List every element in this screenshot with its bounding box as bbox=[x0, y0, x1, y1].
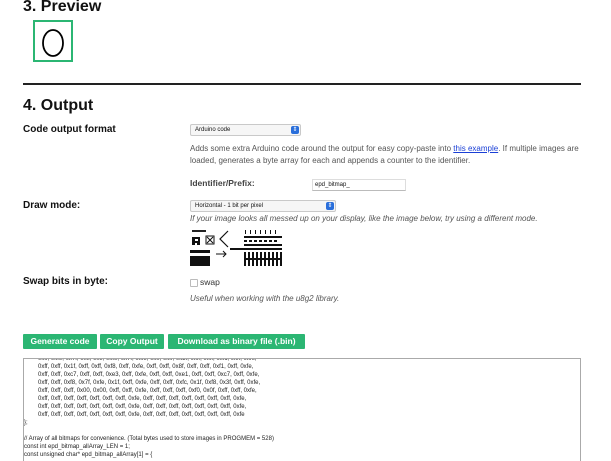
code-output-textarea[interactable]: 0xff, 0xfe, 0x7f, 0xff, 0xff, 0xfe, 0x7f… bbox=[23, 358, 581, 461]
generate-code-button[interactable]: Generate code bbox=[23, 334, 97, 349]
garbled-display-illustration bbox=[190, 230, 282, 266]
identifier-input[interactable]: epd_bitmap_ bbox=[312, 179, 406, 191]
preview-image bbox=[33, 20, 73, 62]
draw-mode-help: If your image looks all messed up on you… bbox=[190, 214, 538, 223]
code-format-help-text: Adds some extra Arduino code around the … bbox=[190, 144, 454, 153]
swap-bits-label: Swap bits in byte: bbox=[23, 276, 109, 287]
swap-bits-help: Useful when working with the u8g2 librar… bbox=[190, 294, 340, 303]
swap-checkbox[interactable] bbox=[190, 279, 198, 287]
code-format-value: Arduino code bbox=[195, 127, 231, 133]
chevron-down-icon: ⇕ bbox=[291, 126, 299, 134]
section-divider bbox=[23, 83, 581, 85]
draw-mode-select[interactable]: Horizontal - 1 bit per pixel ⇕ bbox=[190, 200, 336, 212]
ellipse-preview-graphic bbox=[42, 29, 64, 57]
draw-mode-value: Horizontal - 1 bit per pixel bbox=[195, 203, 264, 209]
preview-heading: 3. Preview bbox=[23, 0, 102, 15]
draw-mode-label: Draw mode: bbox=[23, 200, 81, 211]
output-heading: 4. Output bbox=[23, 97, 94, 114]
code-format-help: Adds some extra Arduino code around the … bbox=[190, 143, 585, 167]
identifier-label: Identifier/Prefix: bbox=[190, 178, 255, 188]
download-binary-button[interactable]: Download as binary file (.bin) bbox=[168, 334, 305, 349]
code-format-select[interactable]: Arduino code ⇕ bbox=[190, 124, 301, 136]
draw-mode-example-image bbox=[190, 228, 286, 268]
code-format-label: Code output format bbox=[23, 124, 116, 135]
code-array-lines: 0xff, 0xfe, 0x7f, 0xff, 0xff, 0xfe, 0x7f… bbox=[38, 358, 261, 418]
swap-checkbox-label[interactable]: swap bbox=[200, 276, 220, 288]
code-tail-lines: }; // Array of all bitmaps for convenien… bbox=[24, 420, 274, 458]
chevron-down-icon: ⇕ bbox=[326, 202, 334, 210]
copy-output-button[interactable]: Copy Output bbox=[100, 334, 164, 349]
example-link[interactable]: this example bbox=[453, 144, 498, 153]
